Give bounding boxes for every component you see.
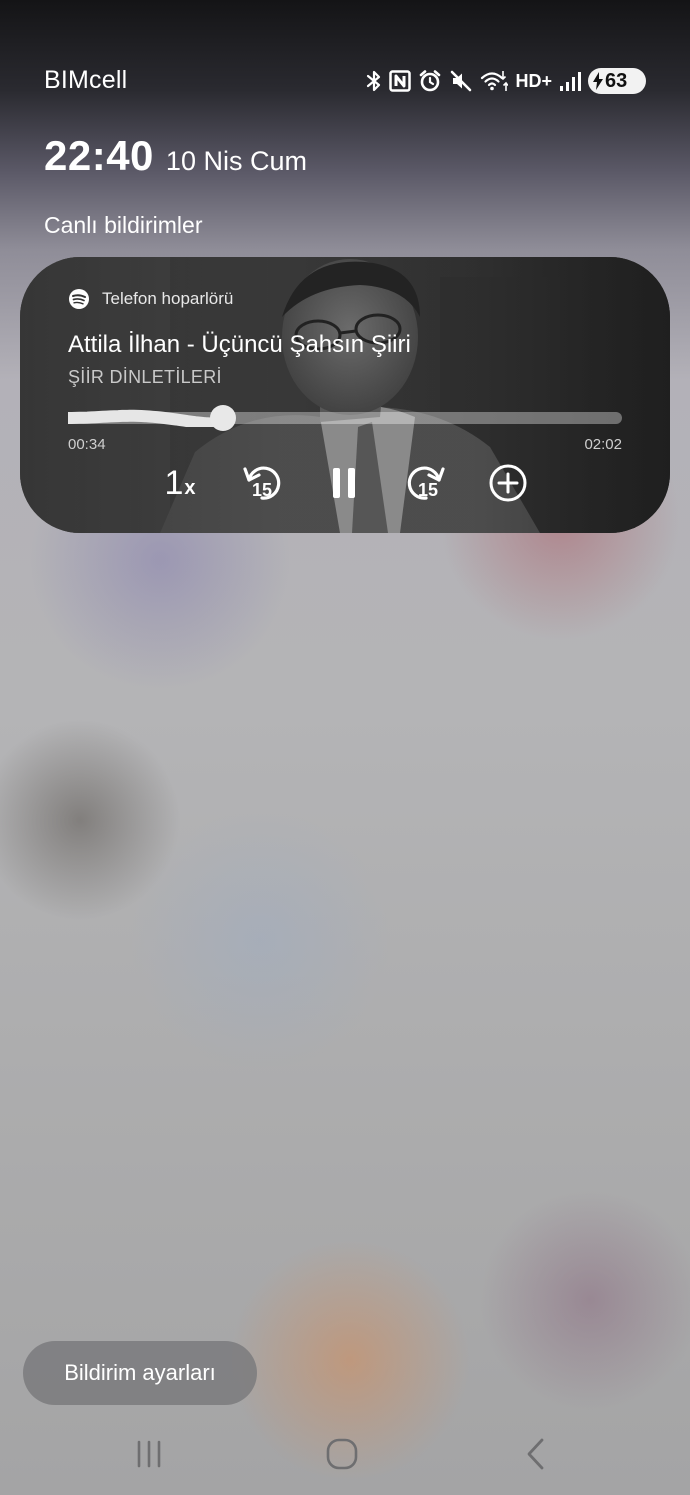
speed-suffix: x [184, 476, 196, 499]
wifi-icon [481, 71, 509, 91]
status-icons: HD+ 63 [366, 66, 646, 96]
mute-icon [451, 70, 472, 92]
spotify-icon [69, 289, 89, 309]
rewind-15-button[interactable]: 15 [236, 457, 288, 509]
pause-button[interactable] [318, 457, 370, 509]
rewind-seconds: 15 [252, 480, 272, 500]
hd-plus-icon: HD+ [515, 70, 552, 91]
signal-icon [560, 72, 581, 91]
playback-controls: 1x 15 15 [20, 457, 670, 509]
forward-seconds: 15 [418, 480, 438, 500]
track-title: Attila İlhan - Üçüncü Şahsın Şiiri [68, 331, 411, 358]
carrier-name: BIMcell [44, 66, 128, 94]
output-device[interactable]: Telefon hoparlörü [68, 288, 233, 310]
navigation-bar [0, 1420, 690, 1488]
back-icon [527, 1438, 544, 1470]
battery-indicator: 63 [588, 68, 646, 94]
nfc-icon [389, 70, 412, 92]
notification-settings-button[interactable]: Bildirim ayarları [23, 1341, 257, 1405]
forward-15-button[interactable]: 15 [400, 457, 452, 509]
recent-apps-icon [137, 1440, 161, 1468]
alarm-icon [420, 70, 441, 92]
progress-thumb[interactable] [209, 405, 236, 431]
add-to-library-button[interactable] [482, 457, 534, 509]
media-notification-card[interactable]: Telefon hoparlörü Attila İlhan - Üçüncü … [20, 257, 670, 533]
forward-icon: 15 [407, 466, 445, 500]
recent-apps-button[interactable] [127, 1434, 171, 1474]
speed-value: 1 [164, 463, 184, 502]
speed-label: 1x [164, 464, 195, 503]
progress-wave [68, 409, 229, 427]
back-button[interactable] [514, 1434, 558, 1474]
progress-fill [68, 409, 229, 427]
playback-speed-button[interactable]: 1x [154, 457, 206, 509]
pause-icon [333, 468, 355, 498]
home-icon [326, 1438, 358, 1470]
time-total: 02:02 [584, 436, 622, 453]
track-subtitle: ŞİİR DİNLETİLERİ [68, 367, 222, 387]
home-button[interactable] [320, 1434, 364, 1474]
clock-date: 10 Nis Cum [165, 146, 307, 176]
bluetooth-icon [367, 70, 381, 92]
clock-time: 22:40 [44, 132, 154, 179]
charging-bolt-icon [593, 72, 603, 90]
battery-level: 63 [605, 69, 628, 92]
live-notifications-heading: Canlı bildirimler [44, 212, 203, 238]
add-circle-icon [489, 464, 527, 502]
rewind-icon: 15 [243, 466, 281, 500]
time-elapsed: 00:34 [68, 436, 106, 453]
output-device-label: Telefon hoparlörü [102, 289, 234, 308]
lock-clock: 22:40 10 Nis Cum [44, 132, 307, 180]
